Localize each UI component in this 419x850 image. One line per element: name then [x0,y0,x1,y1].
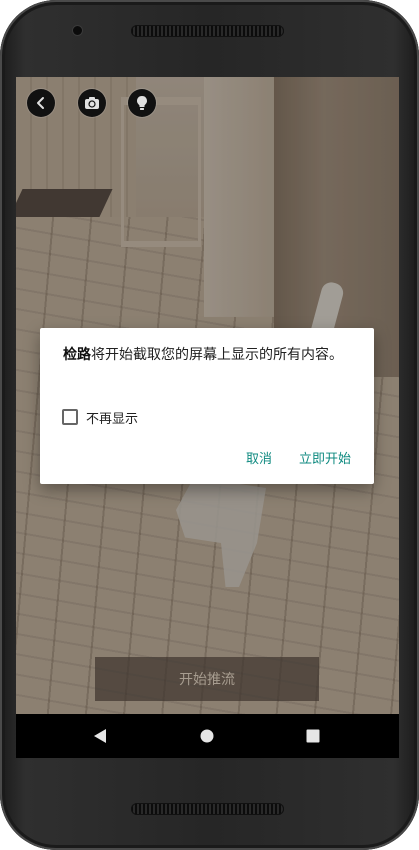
top-speaker-grille [131,25,284,37]
dont-show-again-label: 不再显示 [86,411,139,427]
dont-show-again-checkbox[interactable] [62,409,78,425]
triangle-back-icon [94,729,106,743]
nav-back-button[interactable] [80,714,120,758]
bottom-speaker-grille [131,803,284,815]
phone-frame: 开始推流 检路将开始截取您的屏幕上显示的所有内容。 不再显示 取消 立即开始 [0,0,419,850]
navigation-bar [16,714,399,758]
square-recents-icon [306,729,320,743]
nav-recents-button[interactable] [293,714,333,758]
front-camera [73,26,82,35]
screen-capture-dialog: 检路将开始截取您的屏幕上显示的所有内容。 不再显示 取消 立即开始 [40,328,374,484]
cancel-button[interactable]: 取消 [246,448,272,467]
dont-show-again-row[interactable]: 不再显示 [62,408,139,427]
circle-home-icon [200,729,214,743]
nav-home-button[interactable] [187,714,227,758]
dialog-message: 检路将开始截取您的屏幕上显示的所有内容。 [63,345,353,365]
dialog-app-name: 检路 [63,347,91,363]
start-now-button[interactable]: 立即开始 [299,448,351,467]
dialog-message-text: 将开始截取您的屏幕上显示的所有内容。 [91,347,343,363]
